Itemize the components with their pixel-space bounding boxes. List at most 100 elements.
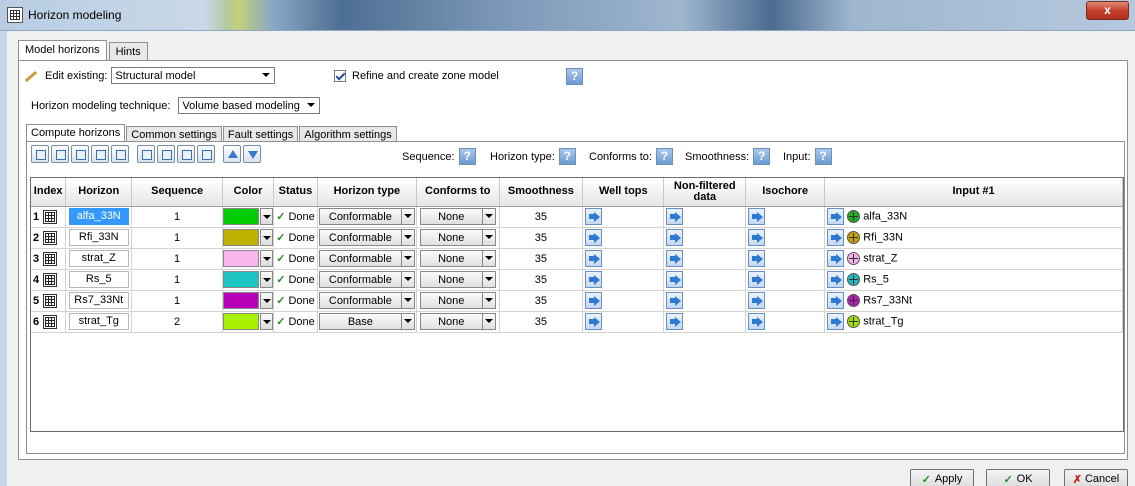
horizon-type-dropdown[interactable]: Conformable	[318, 292, 415, 309]
smoothness-cell[interactable]: 35	[499, 227, 584, 249]
horizon-type-dropdown[interactable]: Conformable	[318, 208, 415, 225]
col-horizon[interactable]: Horizon	[65, 178, 133, 207]
drop-arrow-icon[interactable]	[748, 250, 766, 267]
col-well-tops[interactable]: Well tops	[582, 178, 665, 207]
horizon-name-field[interactable]: Rs7_33Nt	[68, 292, 129, 309]
tab-fault-settings[interactable]: Fault settings	[222, 126, 299, 142]
tab-hints[interactable]: Hints	[108, 42, 148, 61]
conforms-help-icon[interactable]: ?	[655, 148, 673, 165]
import-icon[interactable]	[137, 145, 155, 163]
drop-arrow-icon[interactable]	[827, 250, 845, 267]
conforms-to-dropdown[interactable]: None	[419, 313, 496, 330]
drop-arrow-icon[interactable]	[748, 208, 766, 225]
insert-row-below-icon[interactable]	[71, 145, 89, 163]
drop-arrow-icon[interactable]	[827, 313, 845, 330]
smoothness-cell[interactable]: 35	[499, 206, 584, 228]
clear-icon[interactable]	[177, 145, 195, 163]
sequence-cell[interactable]: 1	[131, 227, 224, 249]
horizon-name-field[interactable]: Rfi_33N	[68, 229, 129, 246]
sequence-cell[interactable]: 1	[131, 290, 224, 312]
sort-icon[interactable]	[197, 145, 215, 163]
close-button[interactable]: x	[1086, 1, 1129, 20]
color-swatch[interactable]	[223, 229, 260, 246]
drop-arrow-icon[interactable]	[748, 313, 766, 330]
drop-arrow-icon[interactable]	[748, 229, 766, 246]
smoothness-help-icon[interactable]: ?	[753, 148, 771, 165]
horizon-type-help-icon[interactable]: ?	[558, 148, 576, 165]
chevron-down-icon[interactable]	[260, 313, 274, 330]
edit-existing-dropdown[interactable]: Structural model	[111, 67, 276, 84]
col-conforms-to[interactable]: Conforms to	[416, 178, 500, 207]
smoothness-cell[interactable]: 35	[499, 311, 584, 333]
col-non-filtered-data[interactable]: Non-filtered data	[663, 178, 747, 207]
drop-arrow-icon[interactable]	[585, 292, 603, 309]
smoothness-cell[interactable]: 35	[499, 269, 584, 291]
insert-row-above-icon[interactable]	[51, 145, 69, 163]
color-picker[interactable]	[223, 208, 274, 225]
chevron-down-icon[interactable]	[260, 229, 274, 246]
color-picker[interactable]	[223, 313, 274, 330]
append-row-icon[interactable]	[31, 145, 49, 163]
tab-common-settings[interactable]: Common settings	[126, 126, 222, 142]
chevron-down-icon[interactable]	[260, 271, 274, 288]
move-down-icon[interactable]	[243, 145, 261, 163]
drop-arrow-icon[interactable]	[748, 271, 766, 288]
drop-arrow-icon[interactable]	[666, 271, 684, 288]
horizon-type-dropdown[interactable]: Conformable	[318, 271, 415, 288]
drop-arrow-icon[interactable]	[827, 229, 845, 246]
drop-arrow-icon[interactable]	[666, 229, 684, 246]
refine-help-icon[interactable]: ?	[566, 68, 583, 85]
delete-row-icon[interactable]	[91, 145, 109, 163]
horizon-name-field[interactable]: Rs_5	[68, 271, 129, 288]
col-color[interactable]: Color	[222, 178, 275, 207]
drop-arrow-icon[interactable]	[585, 271, 603, 288]
drop-arrow-icon[interactable]	[666, 313, 684, 330]
col-sequence[interactable]: Sequence	[131, 178, 224, 207]
chevron-down-icon[interactable]	[260, 250, 274, 267]
smoothness-cell[interactable]: 35	[499, 248, 584, 270]
refine-checkbox[interactable]	[334, 70, 346, 82]
color-picker[interactable]	[223, 271, 274, 288]
horizon-name-field[interactable]: strat_Z	[68, 250, 129, 267]
fill-down-icon[interactable]	[157, 145, 175, 163]
chevron-down-icon[interactable]	[260, 208, 274, 225]
drop-arrow-icon[interactable]	[666, 208, 684, 225]
drop-arrow-icon[interactable]	[585, 313, 603, 330]
apply-button[interactable]: ✓ Apply	[910, 469, 974, 486]
sequence-cell[interactable]: 1	[131, 269, 224, 291]
conforms-to-dropdown[interactable]: None	[419, 250, 496, 267]
drop-arrow-icon[interactable]	[748, 292, 766, 309]
horizon-type-dropdown[interactable]: Conformable	[318, 250, 415, 267]
color-swatch[interactable]	[223, 292, 260, 309]
conforms-to-dropdown[interactable]: None	[419, 229, 496, 246]
horizon-type-dropdown[interactable]: Base	[318, 313, 415, 330]
sequence-cell[interactable]: 1	[131, 206, 224, 228]
color-swatch[interactable]	[223, 208, 260, 225]
drop-arrow-icon[interactable]	[827, 292, 845, 309]
color-picker[interactable]	[223, 292, 274, 309]
horizon-name-field[interactable]: strat_Tg	[68, 313, 129, 330]
drop-arrow-icon[interactable]	[827, 208, 845, 225]
conforms-to-dropdown[interactable]: None	[419, 271, 496, 288]
col-status[interactable]: Status	[273, 178, 318, 207]
tab-algorithm-settings[interactable]: Algorithm settings	[299, 126, 397, 142]
drop-arrow-icon[interactable]	[585, 208, 603, 225]
ok-button[interactable]: ✓ OK	[986, 469, 1050, 486]
conforms-to-dropdown[interactable]: None	[419, 292, 496, 309]
tab-model-horizons[interactable]: Model horizons	[18, 40, 107, 61]
drop-arrow-icon[interactable]	[666, 250, 684, 267]
sequence-cell[interactable]: 2	[131, 311, 224, 333]
col-input1[interactable]: Input #1	[824, 178, 1123, 207]
renumber-icon[interactable]	[111, 145, 129, 163]
color-swatch[interactable]	[223, 250, 260, 267]
color-swatch[interactable]	[223, 271, 260, 288]
color-picker[interactable]	[223, 250, 274, 267]
cancel-button[interactable]: ✗ Cancel	[1064, 469, 1128, 486]
conforms-to-dropdown[interactable]: None	[419, 208, 496, 225]
col-isochore[interactable]: Isochore	[745, 178, 826, 207]
col-horizon-type[interactable]: Horizon type	[317, 178, 417, 207]
color-swatch[interactable]	[223, 313, 260, 330]
input-help-icon[interactable]: ?	[814, 148, 832, 165]
chevron-down-icon[interactable]	[260, 292, 274, 309]
drop-arrow-icon[interactable]	[585, 250, 603, 267]
